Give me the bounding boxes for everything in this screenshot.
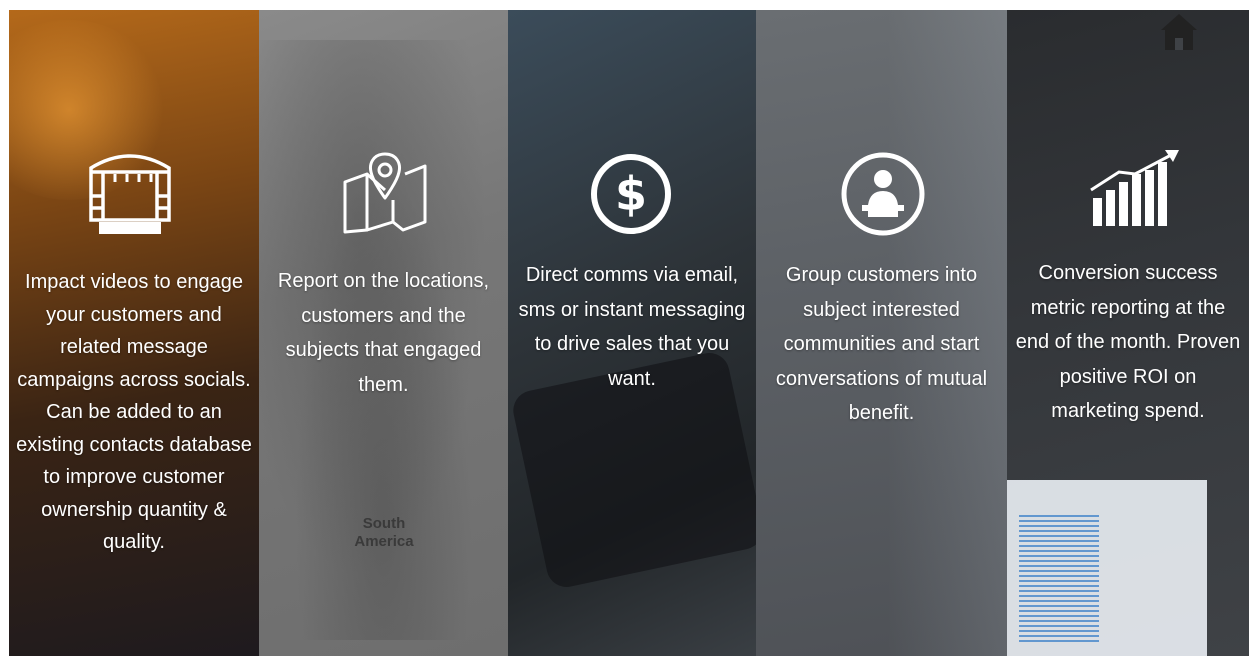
feature-panel-comms: $ Direct comms via email, sms or instant… [508,10,756,656]
truck-stage-icon [89,154,171,234]
feature-strip: Impact videos to engage your customers a… [9,10,1249,656]
panel-1-text: Impact videos to engage your customers a… [16,271,252,553]
map-label: South America [354,515,414,550]
dollar-circle-icon: $ [591,154,671,234]
map-pin-icon [343,152,427,234]
home-icon[interactable] [1157,10,1201,54]
growth-chart-icon [1090,150,1179,226]
panel-5-text: Conversion success metric reporting at t… [1015,262,1241,422]
feature-panel-videos: Impact videos to engage your customers a… [9,10,259,656]
panel-2-text: Report on the locations, customers and t… [277,270,490,396]
speaker-podium-icon [841,152,925,236]
report-chart-background [1019,515,1099,645]
report-paper-background [1007,480,1207,656]
feature-panel-reporting: Report on the locations, customers and t… [259,10,508,656]
panel-3-text: Direct comms via email, sms or instant m… [518,264,746,390]
feature-panel-conversion: Conversion success metric reporting at t… [1007,10,1249,656]
panel-4-text: Group customers into subject interested … [775,264,988,424]
feature-panel-communities: Group customers into subject interested … [756,10,1007,656]
svg-text:$: $ [615,167,647,221]
